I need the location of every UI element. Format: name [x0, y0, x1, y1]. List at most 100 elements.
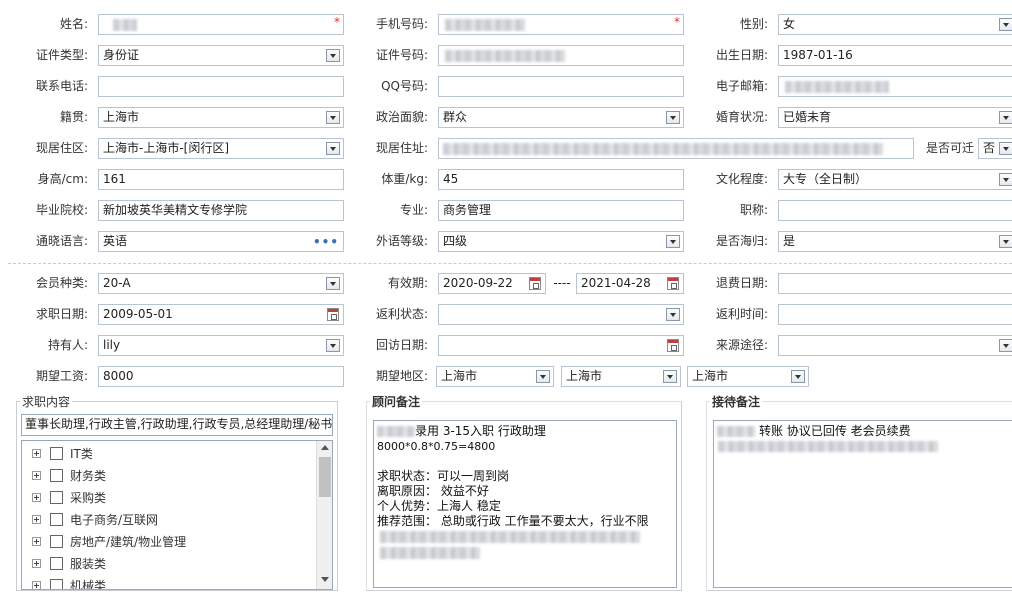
school-input[interactable]: 新加坡英华美精文专修学院 — [98, 200, 344, 221]
rebate-time-input[interactable] — [778, 304, 1012, 325]
school-label: 毕业院校: — [35, 203, 88, 217]
expand-icon[interactable] — [32, 493, 41, 502]
scroll-down-icon[interactable] — [321, 577, 329, 582]
major-input[interactable]: 商务管理 — [438, 200, 684, 221]
region-city-value: 上海市 — [566, 369, 603, 383]
member-type-select[interactable]: 20-A — [98, 273, 344, 294]
job-content-selected[interactable]: 董事长助理,行政主管,行政助理,行政专员,总经理助理/秘书 — [21, 414, 333, 436]
address-input[interactable] — [438, 138, 914, 159]
tree-item-label: 采购类 — [70, 491, 107, 505]
note-line: 离职原因： 效益不好 — [377, 484, 489, 498]
visit-date-input[interactable] — [438, 335, 684, 356]
expand-icon[interactable] — [32, 537, 41, 546]
relocate-select[interactable]: 否 — [978, 138, 1012, 159]
reception-notes-textarea[interactable]: 转账 协议已回传 老会员续费 — [713, 420, 1012, 588]
weight-label: 体重/kg: — [381, 172, 428, 186]
valid-from-value: 2020-09-22 — [443, 276, 513, 290]
language-input[interactable]: 英语 ••• — [98, 231, 344, 252]
chevron-down-icon[interactable] — [663, 370, 677, 383]
checkbox[interactable] — [50, 557, 63, 570]
birth-date-label: 出生日期: — [715, 48, 768, 62]
chevron-down-icon[interactable] — [999, 142, 1012, 155]
scrollbar-thumb[interactable] — [319, 457, 331, 497]
calendar-icon[interactable] — [327, 308, 339, 321]
chevron-down-icon[interactable] — [326, 142, 340, 155]
chevron-down-icon[interactable] — [536, 370, 550, 383]
chevron-down-icon[interactable] — [999, 339, 1012, 352]
calendar-icon[interactable] — [667, 339, 679, 352]
note-line: 求职状态：可以一周到岗 — [377, 469, 510, 483]
gender-select[interactable]: 女 — [778, 14, 1012, 35]
region-province-select[interactable]: 上海市 — [436, 366, 554, 387]
politics-select[interactable]: 群众 — [438, 107, 684, 128]
district-select[interactable]: 上海市-上海市-[闵行区] — [98, 138, 344, 159]
calendar-icon[interactable] — [529, 277, 541, 290]
checkbox[interactable] — [50, 469, 63, 482]
checkbox[interactable] — [50, 447, 63, 460]
refund-date-input[interactable] — [778, 273, 1012, 294]
expand-icon[interactable] — [32, 471, 41, 480]
region-city-select[interactable]: 上海市 — [561, 366, 681, 387]
rebate-status-select[interactable] — [438, 304, 684, 325]
chevron-down-icon[interactable] — [791, 370, 805, 383]
birth-date-input[interactable]: 1987-01-16 — [778, 45, 1012, 66]
holder-select[interactable]: lily — [98, 335, 344, 356]
chevron-down-icon[interactable] — [666, 235, 680, 248]
consultant-notes-textarea[interactable]: 录用 3-15入职 行政助理 8000*0.8*0.75=4800 求职状态：可… — [373, 420, 677, 588]
id-number-input[interactable] — [438, 45, 684, 66]
tree-item-label: 房地产/建筑/物业管理 — [70, 535, 187, 549]
apply-date-label: 求职日期: — [35, 307, 88, 321]
note-line: 个人优势：上海人 稳定 — [377, 499, 501, 513]
expand-icon[interactable] — [32, 559, 41, 568]
chevron-down-icon[interactable] — [326, 49, 340, 62]
redacted-text — [717, 426, 755, 437]
chevron-down-icon[interactable] — [999, 235, 1012, 248]
valid-from-input[interactable]: 2020-09-22 — [438, 273, 546, 294]
checkbox[interactable] — [50, 579, 63, 589]
weight-input[interactable]: 45 — [438, 169, 684, 190]
calendar-icon[interactable] — [667, 277, 679, 290]
major-label: 专业: — [399, 203, 428, 217]
expand-icon[interactable] — [32, 515, 41, 524]
chevron-down-icon[interactable] — [999, 18, 1012, 31]
chevron-down-icon[interactable] — [999, 111, 1012, 124]
chevron-down-icon[interactable] — [326, 111, 340, 124]
checkbox[interactable] — [50, 535, 63, 548]
checkbox[interactable] — [50, 491, 63, 504]
language-value: 英语 — [103, 234, 128, 248]
chevron-down-icon[interactable] — [326, 339, 340, 352]
origin-label: 籍贯: — [59, 110, 88, 124]
marital-select[interactable]: 已婚未育 — [778, 107, 1012, 128]
chevron-down-icon[interactable] — [666, 308, 680, 321]
expand-icon[interactable] — [32, 581, 41, 589]
job-content-panel: 求职内容 董事长助理,行政主管,行政助理,行政专员,总经理助理/秘书 IT类 财… — [16, 394, 338, 591]
education-select[interactable]: 大专（全日制） — [778, 169, 1012, 190]
chevron-down-icon[interactable] — [326, 277, 340, 290]
valid-to-input[interactable]: 2021-04-28 — [576, 273, 684, 294]
qq-input[interactable] — [438, 76, 684, 97]
region-district-select[interactable]: 上海市 — [687, 366, 809, 387]
phone-input[interactable] — [98, 76, 344, 97]
district-label: 现居住区: — [35, 141, 88, 155]
scroll-up-icon[interactable] — [321, 445, 329, 450]
name-input[interactable] — [98, 14, 344, 35]
expand-icon[interactable] — [32, 449, 41, 458]
apply-date-input[interactable]: 2009-05-01 — [98, 304, 344, 325]
returnee-select[interactable]: 是 — [778, 231, 1012, 252]
email-input[interactable] — [778, 76, 1012, 97]
job-category-tree[interactable]: IT类 财务类 采购类 电子商务/互联网 房地产/建筑/物业管理 服装类 机械类 — [21, 440, 333, 590]
tree-scrollbar[interactable] — [316, 441, 332, 589]
returnee-label: 是否海归: — [715, 234, 768, 248]
mobile-input[interactable] — [438, 14, 684, 35]
language-level-select[interactable]: 四级 — [438, 231, 684, 252]
origin-select[interactable]: 上海市 — [98, 107, 344, 128]
checkbox[interactable] — [50, 513, 63, 526]
source-select[interactable] — [778, 335, 1012, 356]
more-options-icon[interactable]: ••• — [313, 234, 339, 250]
salary-input[interactable]: 8000 — [98, 366, 344, 387]
id-type-select[interactable]: 身份证 — [98, 45, 344, 66]
height-input[interactable]: 161 — [98, 169, 344, 190]
title-input[interactable] — [778, 200, 1012, 221]
chevron-down-icon[interactable] — [666, 111, 680, 124]
chevron-down-icon[interactable] — [999, 173, 1012, 186]
